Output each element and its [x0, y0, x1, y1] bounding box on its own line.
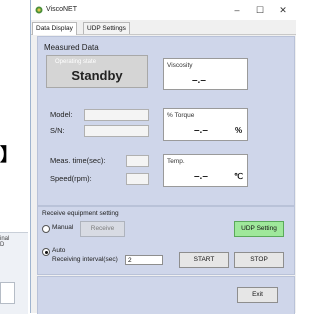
- background-tab-text: inal D: [0, 236, 10, 248]
- viscosity-value: –.–: [192, 75, 206, 86]
- background-bracket-text: 】: [0, 145, 18, 166]
- measured-data-title: Measured Data: [44, 43, 99, 52]
- udp-setting-button[interactable]: UDP Setting: [234, 221, 284, 237]
- torque-value: –.–: [194, 125, 208, 136]
- speed-label: Speed(rpm):: [50, 174, 92, 183]
- model-field: [84, 109, 149, 121]
- sn-label: S/N:: [50, 126, 65, 135]
- exit-button[interactable]: Exit: [237, 287, 278, 303]
- meas-time-label: Meas. time(sec):: [50, 156, 106, 165]
- interval-label: Receiving interval(sec): [52, 256, 118, 263]
- interval-input[interactable]: 2: [125, 255, 163, 265]
- tab-udp-settings[interactable]: UDP Settings: [83, 22, 130, 34]
- temp-value: –.–: [194, 171, 208, 182]
- tab-strip: Data Display UDP Settings: [31, 22, 296, 35]
- stop-button[interactable]: STOP: [234, 252, 284, 268]
- receive-settings-title: Receive equipment setting: [42, 210, 119, 217]
- auto-label: Auto: [52, 247, 66, 254]
- model-label: Model:: [50, 110, 73, 119]
- receive-button[interactable]: Receive: [80, 221, 125, 237]
- meas-time-field: [126, 155, 149, 167]
- viscosity-label: Viscosity: [167, 62, 193, 69]
- maximize-button[interactable]: ☐: [252, 4, 268, 16]
- auto-radio[interactable]: [42, 248, 50, 256]
- measured-data-panel: Measured Data Operating state Standby Vi…: [37, 36, 295, 206]
- exit-panel: Exit: [37, 276, 295, 314]
- temp-box: Temp. –.– ℃: [163, 154, 248, 187]
- operating-state-label: Operating state: [55, 59, 97, 65]
- sn-field: [84, 125, 149, 137]
- manual-radio[interactable]: [42, 225, 50, 233]
- receive-settings-panel: Receive equipment setting Manual Receive…: [37, 206, 295, 275]
- title-bar[interactable]: ViscoNET – ☐ ✕: [31, 0, 296, 20]
- tab-data-display[interactable]: Data Display: [32, 22, 77, 35]
- speed-field: [126, 173, 149, 185]
- temp-unit: ℃: [234, 172, 243, 181]
- start-button[interactable]: START: [179, 252, 229, 268]
- torque-unit: %: [235, 126, 243, 135]
- torque-box: % Torque –.– %: [163, 108, 248, 141]
- torque-label: % Torque: [167, 112, 195, 119]
- visconet-window: ViscoNET – ☐ ✕ Data Display UDP Settings…: [30, 0, 296, 314]
- app-icon: [35, 6, 43, 14]
- temp-label: Temp.: [167, 158, 185, 165]
- close-button[interactable]: ✕: [275, 4, 291, 16]
- window-title: ViscoNET: [46, 6, 77, 13]
- manual-label: Manual: [52, 224, 74, 231]
- operating-state-value: Standby: [71, 68, 123, 83]
- operating-state-box: Operating state Standby: [46, 55, 148, 88]
- minimize-button[interactable]: –: [229, 4, 245, 16]
- viscosity-box: Viscosity –.–: [163, 58, 248, 90]
- background-box: [0, 282, 15, 304]
